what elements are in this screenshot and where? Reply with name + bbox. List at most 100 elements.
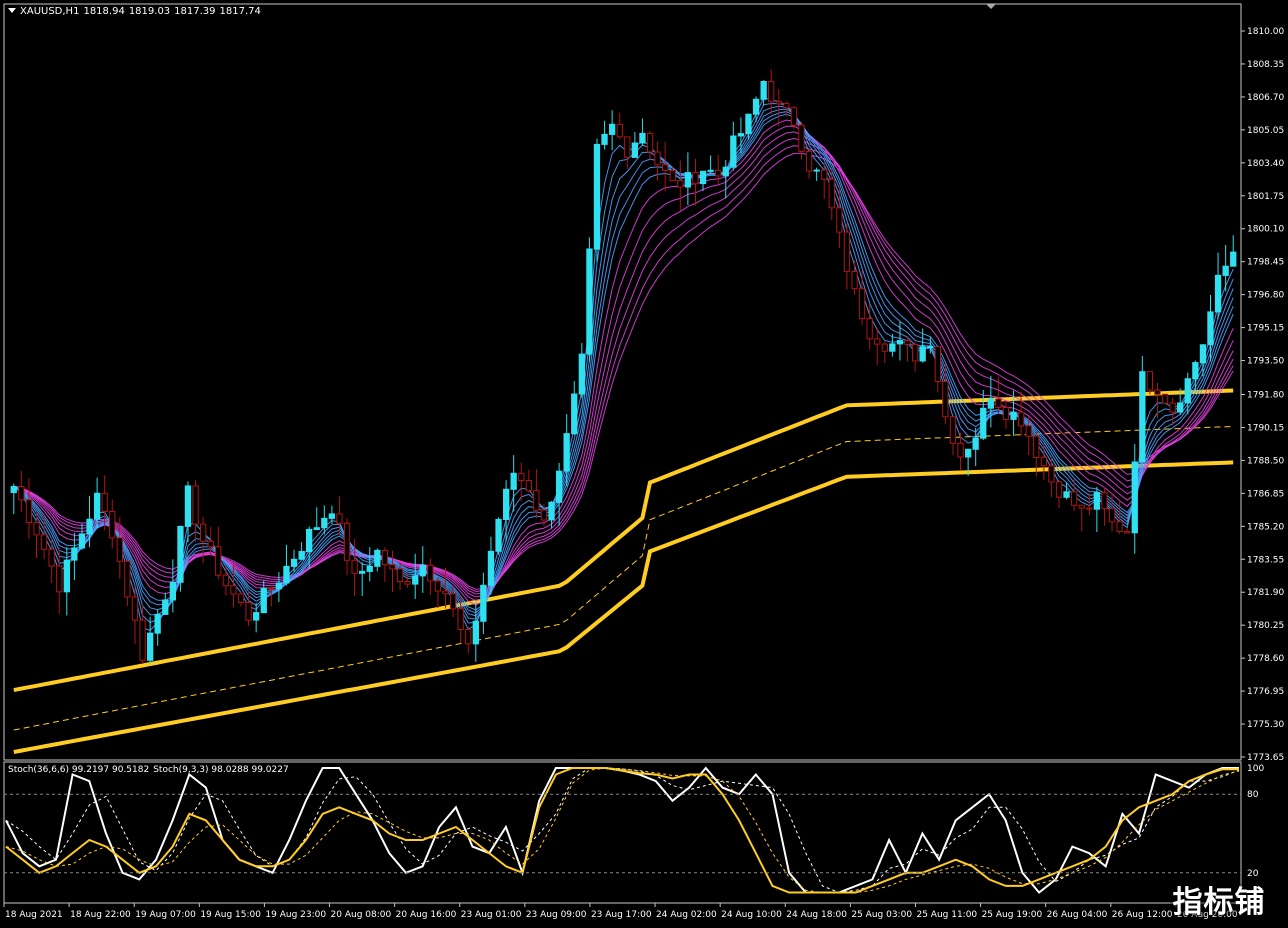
candle-bull[interactable] — [1184, 378, 1191, 404]
candle-bear[interactable] — [828, 178, 835, 209]
candle-bull[interactable] — [290, 558, 298, 567]
candle-bear[interactable] — [109, 511, 116, 539]
candle-bear[interactable] — [381, 549, 389, 566]
candle-bear[interactable] — [1055, 481, 1063, 498]
candle-bear[interactable] — [465, 629, 472, 645]
candle-bear[interactable] — [434, 580, 442, 592]
candle-bull[interactable] — [1063, 491, 1070, 498]
candle-bull[interactable] — [71, 547, 78, 561]
candle-bear[interactable] — [1025, 425, 1032, 437]
candle-bear[interactable] — [1018, 411, 1025, 427]
candle-bull[interactable] — [328, 513, 336, 519]
candle-bear[interactable] — [56, 565, 63, 593]
candle-bull[interactable] — [571, 393, 578, 435]
candle-bear[interactable] — [336, 513, 343, 524]
candle-bear[interactable] — [843, 231, 851, 273]
candle-bear[interactable] — [268, 588, 275, 590]
candle-bear[interactable] — [1040, 456, 1047, 467]
candle-bear[interactable] — [934, 346, 942, 383]
candle-bear[interactable] — [798, 124, 805, 152]
candle-bull[interactable] — [503, 488, 510, 520]
candle-bull[interactable] — [419, 564, 426, 577]
candle-bear[interactable] — [768, 81, 775, 103]
candle-bull[interactable] — [987, 398, 995, 409]
candle-bull[interactable] — [184, 485, 192, 527]
candle-bull[interactable] — [253, 612, 260, 621]
candle-bull[interactable] — [556, 470, 563, 503]
candle-bear[interactable] — [1116, 521, 1123, 532]
candle-bear[interactable] — [540, 509, 548, 521]
candle-bull[interactable] — [639, 132, 646, 144]
candle-bull[interactable] — [760, 81, 767, 100]
candle-bear[interactable] — [942, 381, 949, 418]
candle-bear[interactable] — [343, 522, 351, 561]
candle-bull[interactable] — [1199, 344, 1207, 364]
candle-bear[interactable] — [646, 132, 654, 153]
candle-bull[interactable] — [63, 559, 70, 593]
candle-bull[interactable] — [306, 528, 313, 553]
candle-bull[interactable] — [707, 169, 714, 172]
candle-bull[interactable] — [1214, 274, 1222, 313]
candle-bear[interactable] — [518, 472, 525, 481]
candle-bull[interactable] — [412, 575, 419, 585]
candle-bear[interactable] — [396, 568, 404, 583]
candle-bull[interactable] — [972, 437, 979, 450]
candle-bear[interactable] — [207, 540, 214, 548]
candle-bear[interactable] — [101, 492, 108, 512]
candle-bear[interactable] — [442, 590, 449, 595]
candle-bear[interactable] — [449, 593, 457, 610]
candle-bull[interactable] — [298, 551, 305, 560]
candle-bear[interactable] — [866, 318, 873, 340]
candle-bull[interactable] — [548, 501, 555, 521]
candle-bull[interactable] — [631, 142, 639, 158]
candle-bull[interactable] — [965, 448, 972, 458]
candle-bear[interactable] — [949, 416, 957, 444]
candle-bear[interactable] — [48, 548, 55, 567]
candle-bear[interactable] — [1101, 492, 1108, 509]
candle-bear[interactable] — [677, 180, 684, 188]
candle-bull[interactable] — [472, 620, 480, 645]
candle-bear[interactable] — [669, 170, 676, 182]
candle-bear[interactable] — [237, 593, 245, 603]
candle-bull[interactable] — [321, 517, 328, 529]
candle-bull[interactable] — [1139, 371, 1146, 463]
candle-bear[interactable] — [1033, 435, 1040, 459]
candle-bear[interactable] — [783, 103, 790, 109]
candle-bull[interactable] — [480, 584, 487, 622]
candle-bull[interactable] — [169, 581, 176, 601]
candle-bear[interactable] — [881, 343, 889, 352]
candle-bear[interactable] — [525, 480, 533, 492]
candle-bear[interactable] — [116, 537, 123, 562]
candle-bull[interactable] — [1207, 311, 1214, 346]
candle-bull[interactable] — [722, 166, 729, 177]
candle-bear[interactable] — [654, 151, 661, 166]
candle-bear[interactable] — [139, 619, 146, 661]
candle-bear[interactable] — [351, 559, 358, 574]
candle-bull[interactable] — [699, 170, 707, 185]
candle-bear[interactable] — [805, 150, 813, 172]
candle-bull[interactable] — [1230, 251, 1237, 267]
candle-bear[interactable] — [1161, 393, 1169, 404]
candle-bull[interactable] — [374, 549, 381, 567]
candle-bear[interactable] — [230, 585, 237, 595]
candle-bull[interactable] — [1131, 461, 1138, 534]
candle-bull[interactable] — [1222, 265, 1229, 276]
candle-bull[interactable] — [593, 143, 601, 250]
candle-bull[interactable] — [609, 123, 616, 135]
candle-bear[interactable] — [790, 107, 798, 126]
candle-bull[interactable] — [260, 588, 267, 614]
candle-bull[interactable] — [86, 518, 93, 535]
candle-bear[interactable] — [1124, 531, 1131, 534]
candle-bear[interactable] — [692, 172, 699, 185]
candle-bear[interactable] — [33, 522, 40, 536]
candle-bull[interactable] — [578, 353, 586, 395]
candle-bull[interactable] — [366, 565, 373, 572]
candle-bear[interactable] — [912, 343, 919, 362]
candle-bull[interactable] — [919, 346, 926, 362]
candle-bull[interactable] — [147, 632, 154, 661]
candle-bear[interactable] — [222, 574, 229, 587]
candle-bear[interactable] — [851, 271, 858, 290]
candle-bear[interactable] — [1078, 504, 1085, 509]
candle-bear[interactable] — [836, 207, 843, 233]
candle-bull[interactable] — [730, 135, 737, 168]
